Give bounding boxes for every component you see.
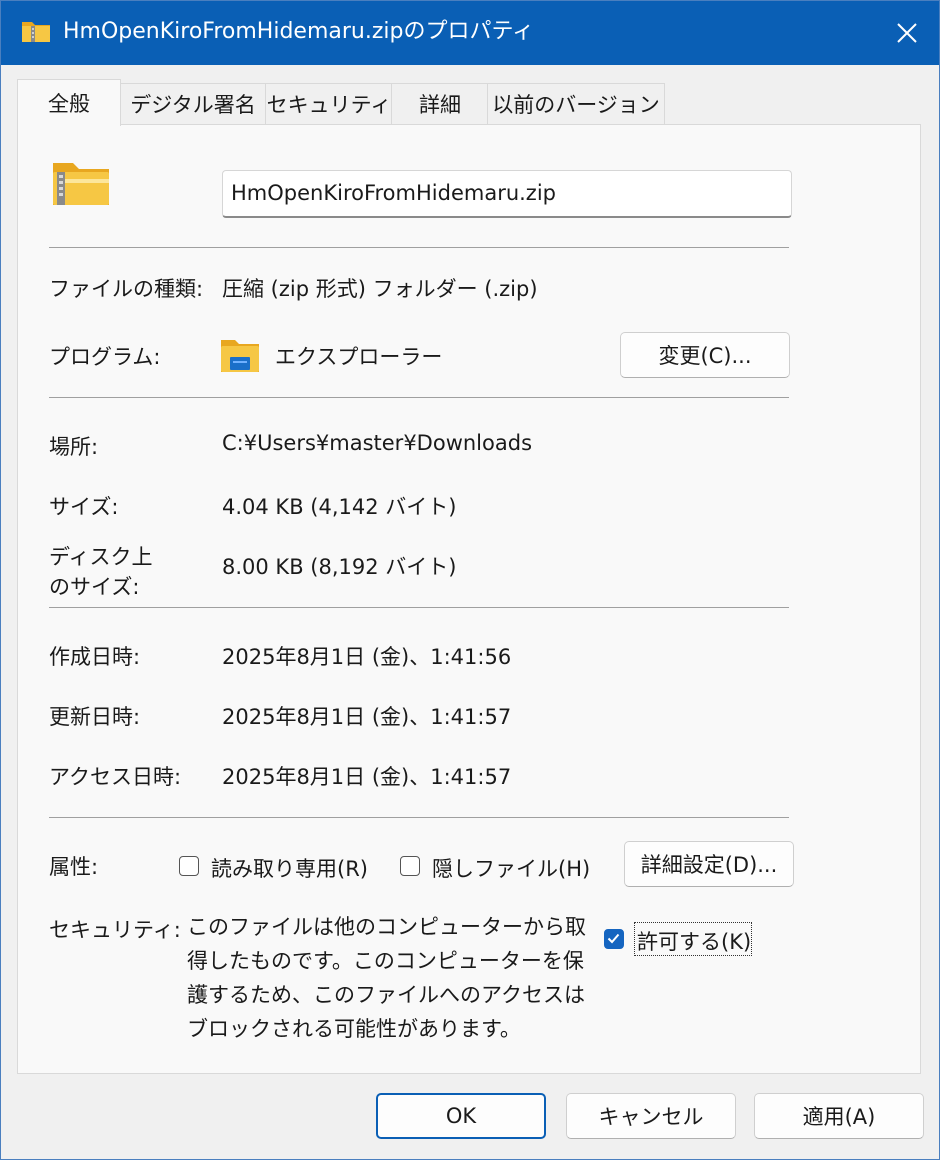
change-program-button[interactable]: 変更(C)... (620, 332, 790, 378)
filename-input[interactable]: HmOpenKiroFromHidemaru.zip (222, 170, 792, 218)
created-label: 作成日時: (49, 645, 141, 669)
check-icon (607, 933, 620, 944)
tab-label: 詳細 (419, 93, 461, 117)
unblock-label[interactable]: 許可する(K) (637, 926, 751, 956)
close-icon (897, 23, 917, 43)
zip-folder-icon (22, 22, 50, 42)
tab-label: 全般 (48, 92, 90, 116)
separator (49, 397, 789, 398)
hidden-label[interactable]: 隠しファイル(H) (432, 853, 590, 883)
disk-size-label-2: のサイズ: (49, 575, 140, 599)
apply-button[interactable]: 適用(A) (754, 1093, 924, 1139)
unblock-checkbox[interactable] (604, 929, 624, 949)
file-type-value: 圧縮 (zip 形式) フォルダー (.zip) (222, 277, 538, 301)
created-value: 2025年8月1日 (金)、1:41:56 (222, 645, 512, 669)
tab-digital-signature[interactable]: デジタル署名 (119, 83, 267, 124)
disk-size-value: 8.00 KB (8,192 バイト) (222, 555, 457, 579)
explorer-icon (221, 340, 259, 372)
hidden-checkbox[interactable] (400, 856, 420, 876)
file-type-label: ファイルの種類: (49, 277, 204, 301)
location-value: C:¥Users¥master¥Downloads (222, 431, 533, 455)
modified-value: 2025年8月1日 (金)、1:41:57 (222, 705, 512, 729)
separator (49, 247, 789, 248)
tab-label: 以前のバージョン (492, 93, 660, 117)
tab-general[interactable]: 全般 (17, 79, 121, 126)
modified-label: 更新日時: (49, 705, 141, 729)
zip-folder-icon (53, 163, 109, 205)
tab-label: デジタル署名 (130, 93, 256, 117)
location-label: 場所: (49, 435, 99, 459)
close-button[interactable] (875, 1, 939, 65)
accessed-value: 2025年8月1日 (金)、1:41:57 (222, 765, 512, 789)
window-title: HmOpenKiroFromHidemaru.zipのプロパティ (63, 19, 535, 44)
security-message: このファイルは他のコンピューターから取得したものです。このコンピューターを保護す… (187, 915, 586, 1041)
advanced-attributes-button[interactable]: 詳細設定(D)... (624, 841, 794, 887)
tab-details[interactable]: 詳細 (391, 83, 489, 124)
security-label: セキュリティ: (49, 918, 181, 942)
attributes-label: 属性: (49, 855, 99, 879)
properties-window: HmOpenKiroFromHidemaru.zipのプロパティ 全般 デジタル… (0, 0, 940, 1160)
accessed-label: アクセス日時: (49, 765, 182, 789)
program-value: エクスプローラー (275, 345, 443, 369)
ok-button[interactable]: OK (376, 1093, 546, 1139)
separator (49, 607, 789, 608)
tab-label: セキュリティ (266, 93, 392, 117)
tab-previous-versions[interactable]: 以前のバージョン (487, 83, 665, 124)
readonly-checkbox[interactable] (179, 856, 199, 876)
size-label: サイズ: (49, 495, 119, 519)
size-value: 4.04 KB (4,142 バイト) (222, 495, 457, 519)
separator (49, 817, 789, 818)
program-label: プログラム: (49, 345, 161, 369)
readonly-label[interactable]: 読み取り専用(R) (211, 853, 368, 883)
tab-security[interactable]: セキュリティ (265, 83, 393, 124)
title-bar[interactable]: HmOpenKiroFromHidemaru.zipのプロパティ (1, 1, 939, 65)
disk-size-label: ディスク上 (49, 545, 153, 569)
cancel-button[interactable]: キャンセル (566, 1093, 736, 1139)
